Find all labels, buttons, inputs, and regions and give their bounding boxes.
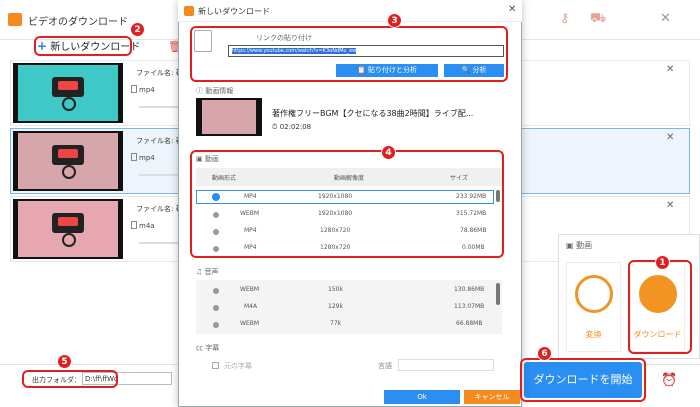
window-title: ビデオのダウンロード: [28, 17, 128, 28]
original-subtitle-label: 元の字幕: [224, 362, 252, 370]
file-name: ファイル名: 著: [136, 205, 183, 213]
audio-bitrate: 150k: [328, 286, 343, 293]
highlight-paste-link: [190, 26, 508, 82]
video-thumbnail: [13, 199, 123, 259]
file-format: mp4: [139, 86, 155, 94]
close-window-icon[interactable]: ✕: [660, 11, 671, 26]
dialog-title: 新しいダウンロード: [198, 7, 270, 16]
audio-section-label: ♫ 音声: [196, 268, 219, 276]
video-title: 著作権フリーBGM【クセになる38曲2時間】ライブ配...: [272, 109, 474, 118]
mode-panel-title: ▣ 動画: [566, 241, 593, 250]
audio-format: M4A: [244, 303, 258, 310]
step-badge-6: 6: [537, 346, 552, 361]
video-duration: ⏱ 02:02:08: [272, 123, 312, 131]
audio-size: 66.88MB: [456, 320, 483, 327]
file-name: ファイル名: 著: [136, 137, 183, 145]
file-format-icon: [131, 221, 137, 229]
subtitle-checkbox[interactable]: [212, 362, 219, 369]
highlight-download-tile: [628, 260, 692, 354]
step-badge-1: 1: [655, 255, 670, 270]
alarm-clock-icon[interactable]: ⏰: [661, 373, 677, 388]
info-section-label: ⓘ 動画情報: [196, 87, 234, 95]
subtitle-section-label: ㏄ 字幕: [196, 344, 220, 352]
film-icon: [575, 275, 613, 313]
audio-size: 130.86MB: [454, 286, 485, 293]
audio-scrollbar[interactable]: [496, 283, 500, 305]
dialog-close-icon[interactable]: ✕: [508, 4, 516, 15]
step-badge-5: 5: [57, 354, 72, 369]
dialog-video-thumbnail: [196, 98, 262, 136]
file-format-icon: [131, 85, 137, 93]
audio-bitrate: 129k: [328, 303, 343, 310]
step-badge-2: 2: [130, 22, 145, 37]
ok-button[interactable]: Ok: [384, 390, 460, 404]
dialog-app-icon: [184, 6, 194, 16]
language-label: 言語: [378, 362, 392, 370]
key-icon[interactable]: ⚷: [560, 11, 570, 26]
cancel-button[interactable]: キャンセル: [464, 390, 520, 404]
video-thumbnail: [13, 131, 123, 191]
audio-format: WEBM: [240, 320, 260, 327]
convert-label: 変換: [585, 330, 602, 339]
video-thumbnail: [13, 63, 123, 123]
app-icon: [8, 13, 22, 26]
radio-dot[interactable]: [213, 322, 219, 328]
language-select[interactable]: [398, 359, 494, 371]
file-format: mp4: [139, 154, 155, 162]
file-format: m4a: [139, 222, 155, 230]
remove-icon[interactable]: ✕: [666, 132, 674, 143]
audio-bitrate: 77k: [330, 320, 342, 327]
cart-icon[interactable]: ⛟: [590, 11, 606, 28]
file-name: ファイル名: 著: [136, 69, 183, 77]
radio-dot[interactable]: [213, 305, 219, 311]
radio-dot[interactable]: [213, 288, 219, 294]
highlight-new-download: [34, 36, 132, 56]
step-badge-3: 3: [387, 13, 402, 28]
remove-icon[interactable]: ✕: [666, 64, 674, 75]
audio-format: WEBM: [240, 286, 260, 293]
step-badge-4: 4: [381, 145, 396, 160]
highlight-video-table: [190, 150, 504, 258]
highlight-start-download: [520, 358, 646, 402]
remove-icon[interactable]: ✕: [666, 200, 674, 211]
file-format-icon: [131, 153, 137, 161]
audio-size: 113.07MB: [454, 303, 485, 310]
convert-tile[interactable]: 変換: [566, 262, 621, 352]
highlight-output-folder: [22, 370, 118, 388]
